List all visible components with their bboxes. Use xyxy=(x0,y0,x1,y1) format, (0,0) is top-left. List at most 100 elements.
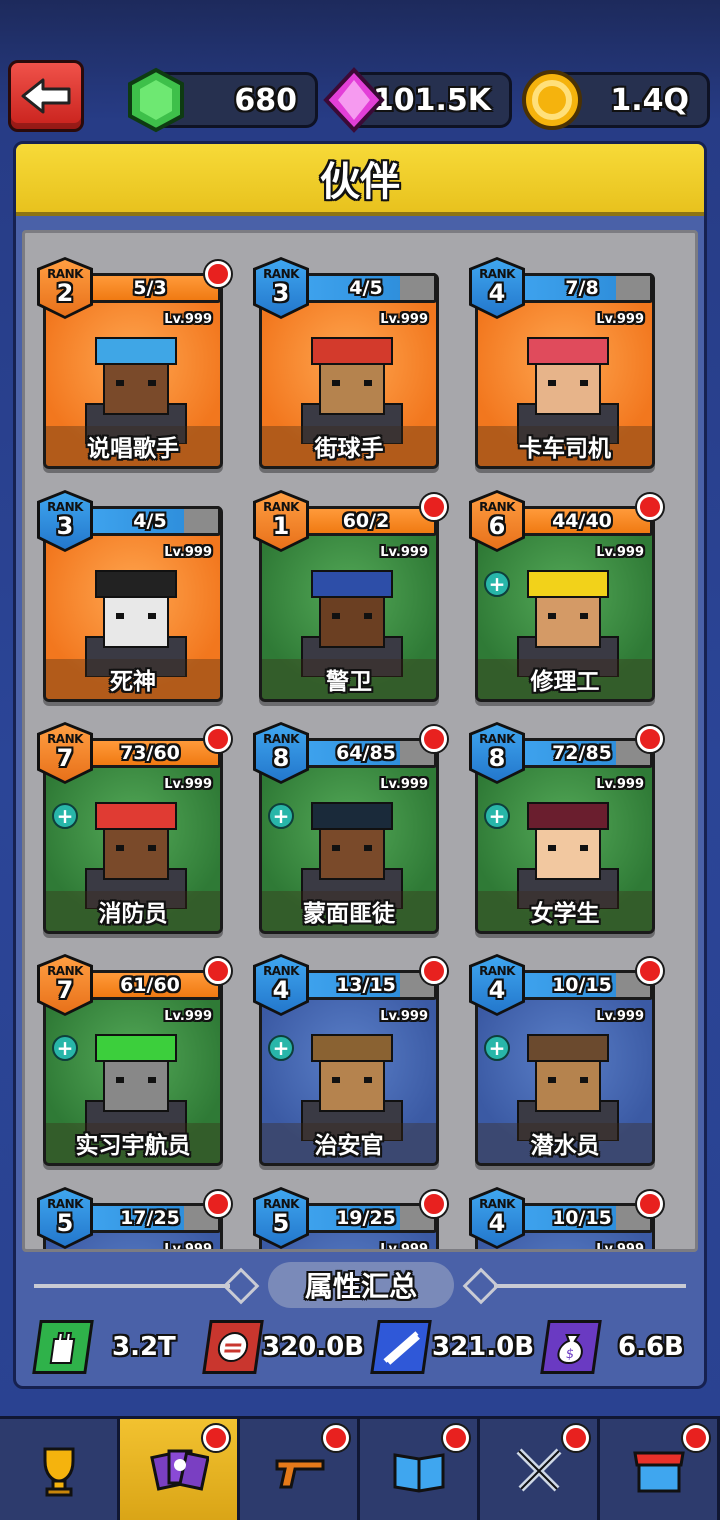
notification-dot xyxy=(443,1425,469,1451)
coin-value: 1.4Q xyxy=(610,82,689,118)
gem-value: 680 xyxy=(234,82,297,118)
shard-progress-bar: 7/8 xyxy=(511,273,653,303)
upgrade-plus-icon[interactable]: + xyxy=(484,571,510,597)
rank-number: 3 xyxy=(56,512,74,540)
nav-tab[interactable] xyxy=(360,1419,480,1520)
shard-progress-bar: 17/25 xyxy=(79,1203,221,1233)
level-label: Lv.999 xyxy=(596,1009,644,1024)
upgrade-plus-icon[interactable]: + xyxy=(484,803,510,829)
shard-progress-bar: 19/25 xyxy=(295,1203,437,1233)
notification-dot xyxy=(205,261,231,287)
gem-icon xyxy=(128,67,184,133)
level-label: Lv.999 xyxy=(596,1242,644,1252)
notification-dot xyxy=(637,1191,663,1217)
back-button[interactable] xyxy=(8,60,84,132)
rank-number: 7 xyxy=(56,976,74,1004)
rank-number: 1 xyxy=(272,512,290,540)
level-label: Lv.999 xyxy=(380,312,428,327)
rank-number: 4 xyxy=(488,1209,506,1237)
notification-dot xyxy=(421,1191,447,1217)
companion-name: 实习宇航员 xyxy=(46,1123,220,1163)
nav-tab[interactable] xyxy=(0,1419,120,1520)
notification-dot xyxy=(203,1425,229,1451)
upgrade-plus-icon[interactable]: + xyxy=(268,803,294,829)
rank-number: 4 xyxy=(488,976,506,1004)
shard-progress-bar: 10/15 xyxy=(511,1203,653,1233)
upgrade-plus-icon[interactable]: + xyxy=(268,1035,294,1061)
page-title: 伙伴 xyxy=(16,144,704,216)
rank-number: 2 xyxy=(56,279,74,307)
level-label: Lv.999 xyxy=(380,545,428,560)
companion-name: 治安官 xyxy=(262,1123,436,1163)
upgrade-plus-icon[interactable]: + xyxy=(484,1035,510,1061)
crystal-icon xyxy=(323,67,385,133)
nav-tab[interactable] xyxy=(600,1419,720,1520)
companion-name: 女学生 xyxy=(478,891,652,931)
rocket-icon xyxy=(370,1320,432,1374)
level-label: Lv.999 xyxy=(164,1242,212,1252)
notification-dot xyxy=(323,1425,349,1451)
nav-tab[interactable] xyxy=(120,1419,240,1520)
companion-name: 蒙面匪徒 xyxy=(262,891,436,931)
rank-number: 3 xyxy=(272,279,290,307)
attribute-summary-title: 属性汇总 xyxy=(268,1262,454,1308)
rank-number: 4 xyxy=(272,976,290,1004)
level-label: Lv.999 xyxy=(164,545,212,560)
notification-dot xyxy=(205,1191,231,1217)
tower-icon xyxy=(32,1320,94,1374)
divider-left xyxy=(34,1284,230,1288)
companion-name: 消防员 xyxy=(46,891,220,931)
fist-icon xyxy=(202,1320,264,1374)
trophy-icon xyxy=(43,1447,74,1497)
stat-rocket-value: 321.0B xyxy=(432,1332,535,1362)
upgrade-plus-icon[interactable]: + xyxy=(52,1035,78,1061)
shard-progress-bar: 72/85 xyxy=(511,738,653,768)
notification-dot xyxy=(421,958,447,984)
notification-dot xyxy=(637,726,663,752)
level-label: Lv.999 xyxy=(596,312,644,327)
notification-dot xyxy=(683,1425,709,1451)
companion-name: 警卫 xyxy=(262,659,436,699)
companion-name: 修理工 xyxy=(478,659,652,699)
level-label: Lv.999 xyxy=(596,777,644,792)
rank-number: 5 xyxy=(272,1209,290,1237)
money-bag-icon: $ xyxy=(540,1320,602,1374)
notification-dot xyxy=(637,958,663,984)
rank-number: 8 xyxy=(488,744,506,772)
book-icon xyxy=(393,1453,444,1493)
companion-name: 街球手 xyxy=(262,426,436,466)
level-label: Lv.999 xyxy=(164,1009,212,1024)
upgrade-plus-icon[interactable]: + xyxy=(52,803,78,829)
gun-icon xyxy=(275,1459,324,1489)
shard-progress-bar: 64/85 xyxy=(295,738,437,768)
companion-name: 卡车司机 xyxy=(478,426,652,466)
shard-progress-bar: 10/15 xyxy=(511,970,653,1000)
rank-number: 8 xyxy=(272,744,290,772)
nav-tab[interactable] xyxy=(240,1419,360,1520)
shard-progress-bar: 4/5 xyxy=(79,506,221,536)
rank-number: 5 xyxy=(56,1209,74,1237)
shop-icon xyxy=(632,1451,685,1493)
level-label: Lv.999 xyxy=(164,312,212,327)
notification-dot xyxy=(421,726,447,752)
notification-dot xyxy=(421,494,447,520)
rank-number: 7 xyxy=(56,744,74,772)
shard-progress-bar: 44/40 xyxy=(511,506,653,536)
stat-tower-value: 3.2T xyxy=(112,1332,176,1362)
crystal-value: 101.5K xyxy=(372,82,491,118)
swords-icon xyxy=(516,1448,561,1492)
back-arrow-icon xyxy=(21,78,71,114)
shard-progress-bar: 60/2 xyxy=(295,506,437,536)
companion-grid[interactable]: Lv.999 说唱歌手 5/3 RANK 2 Lv.999 街球手 4/5 RANK 3 Lv.99… xyxy=(22,230,698,1252)
rank-number: 4 xyxy=(488,279,506,307)
shard-progress-bar: 5/3 xyxy=(79,273,221,303)
notification-dot xyxy=(637,494,663,520)
stat-money-value: 6.6B xyxy=(618,1332,684,1362)
divider-right xyxy=(494,1284,686,1288)
shard-progress-bar: 61/60 xyxy=(79,970,221,1000)
companion-name: 说唱歌手 xyxy=(46,426,220,466)
level-label: Lv.999 xyxy=(380,777,428,792)
notification-dot xyxy=(205,726,231,752)
coin-icon xyxy=(522,70,582,130)
nav-tab[interactable] xyxy=(480,1419,600,1520)
